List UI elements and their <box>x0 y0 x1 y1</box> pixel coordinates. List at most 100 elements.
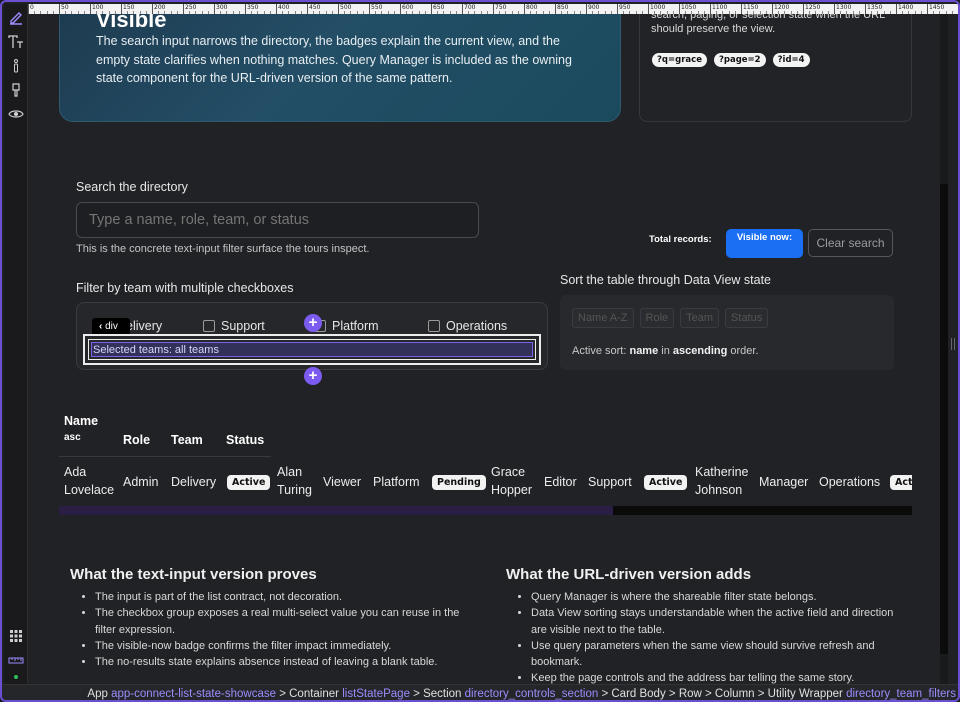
name-last: Turing <box>277 483 312 497</box>
clear-search-button[interactable]: Clear search <box>808 229 893 257</box>
list-item: Query Manager is where the shareable fil… <box>531 589 897 605</box>
breadcrumb-container-link[interactable]: listStatePage <box>342 688 410 700</box>
canvas: Visible The search input narrows the dir… <box>28 14 942 684</box>
search-input[interactable] <box>76 202 479 238</box>
sort-label: Sort the table through Data View state <box>560 273 772 287</box>
name-first: Katherine <box>695 465 749 479</box>
grid-icon[interactable] <box>8 628 24 644</box>
hero-body: The search input narrows the directory, … <box>96 34 572 85</box>
ruler-tick: 1000 <box>648 4 665 14</box>
breadcrumb-section-link[interactable]: directory_controls_section <box>465 688 599 700</box>
cell-name: Alan Turing <box>277 463 312 499</box>
cell-team: Operations <box>819 475 881 489</box>
team-checkbox-platform[interactable]: Platform <box>314 319 379 333</box>
active-sort-suffix: order. <box>730 345 759 357</box>
scrollbar-track[interactable] <box>59 506 613 515</box>
name-first: Grace <box>491 465 526 479</box>
list-item: Data View sorting stays understandable w… <box>531 605 897 638</box>
cell-role: Editor <box>544 475 577 489</box>
sort-team-button[interactable]: Team <box>680 308 720 328</box>
resize-handle[interactable] <box>951 338 955 350</box>
active-sort-mid: in <box>661 345 670 357</box>
hero-card: Visible The search input narrows the dir… <box>59 14 621 122</box>
query-param-card: search, paging, or selection state when … <box>639 14 912 122</box>
name-last: Hopper <box>491 483 532 497</box>
list-item: The checkbox group exposes a real multi-… <box>95 605 461 638</box>
team-filter-label: Filter by team with multiple checkboxes <box>76 281 294 295</box>
adds-list: Query Manager is where the shareable fil… <box>517 589 897 684</box>
sort-status-button[interactable]: Status <box>725 308 769 328</box>
text-tool-icon[interactable] <box>8 34 24 50</box>
ruler-tick: 1350 <box>865 4 882 14</box>
ruler-tick: 1400 <box>896 4 913 14</box>
breadcrumb-leaf-link[interactable]: directory_team_filters <box>846 688 956 700</box>
ruler-tick: 1050 <box>679 4 696 14</box>
ruler-tick: 1300 <box>834 4 851 14</box>
breadcrumb-app-link[interactable]: app-connect-list-state-showcase <box>111 688 276 700</box>
active-sort-prefix: Active sort: <box>572 345 627 357</box>
sort-direction-indicator: asc <box>64 432 81 443</box>
ruler-tick: 0 <box>28 4 34 14</box>
ruler-icon[interactable] <box>8 652 24 668</box>
query-pill: ?q=grace <box>652 53 707 67</box>
chevron-left-icon: ‹ <box>99 321 103 332</box>
hero-title: Visible <box>96 14 167 32</box>
cell-name: Ada Lovelace <box>64 463 114 499</box>
ruler-tick: 1250 <box>803 4 820 14</box>
breadcrumb: App app-connect-list-state-showcase > Co… <box>2 684 958 700</box>
top-ruler[interactable]: 0 50 100 150 200 250 300 350 400 450 500 550 600 650 7… <box>28 4 958 14</box>
breadcrumb-separator: > <box>601 688 609 700</box>
checkbox[interactable] <box>428 320 440 332</box>
vertical-scrollbar[interactable] <box>940 14 948 684</box>
proves-list: The input is part of the list contract, … <box>81 589 461 670</box>
checkbox[interactable] <box>203 320 215 332</box>
ruler-tick: 1450 <box>927 4 944 14</box>
name-first: Ada <box>64 465 87 479</box>
status-badge-clip: Active <box>890 472 912 494</box>
element-tag-label: div <box>105 321 118 332</box>
cell-name: Katherine Johnson <box>695 463 749 499</box>
sort-role-button[interactable]: Role <box>639 308 675 328</box>
add-above-icon[interactable]: + <box>304 314 322 332</box>
column-header-status[interactable]: Status <box>226 433 264 447</box>
breadcrumb-type: App <box>87 688 108 700</box>
adds-heading: What the URL-driven version adds <box>506 566 752 583</box>
ruler-minor-tick <box>951 11 953 14</box>
search-hint: This is the concrete text-input filter s… <box>76 243 370 255</box>
team-checkbox-support[interactable]: Support <box>203 319 265 333</box>
column-header-name[interactable]: Name asc <box>64 414 98 443</box>
ruler-tick: 50 <box>59 4 69 14</box>
sort-name-button[interactable]: Name A-Z <box>572 308 634 328</box>
ruler-tick: 1100 <box>710 4 727 14</box>
selected-teams-wrapper[interactable]: Selected teams: all teams <box>83 334 541 365</box>
breadcrumb-path[interactable]: Card Body > Row > Column > Utility Wrapp… <box>611 688 842 700</box>
team-checkbox-operations[interactable]: Operations <box>428 319 507 333</box>
name-last: Johnson <box>695 483 743 497</box>
search-label: Search the directory <box>76 180 188 194</box>
cell-role: Manager <box>759 475 809 489</box>
eye-icon[interactable] <box>8 106 24 122</box>
visible-now-label: Visible now: <box>736 232 793 243</box>
breadcrumb-separator: > <box>279 688 286 700</box>
selection-outline: Selected teams: all teams <box>88 339 536 360</box>
ruler-tick: 1150 <box>741 4 758 14</box>
cell-team: Platform <box>373 475 420 489</box>
cell-role: Viewer <box>323 475 361 489</box>
active-sort-text: Active sort: name in ascending order. <box>572 345 759 357</box>
table-horizontal-scrollbar[interactable] <box>59 506 912 515</box>
add-below-icon[interactable]: + <box>304 367 322 385</box>
info-icon[interactable] <box>8 58 24 74</box>
edit-icon[interactable] <box>8 10 24 26</box>
name-last: Lovelace <box>64 483 115 497</box>
breadcrumb-type: Section <box>423 688 462 700</box>
active-sort-field: name <box>629 345 659 357</box>
brush-icon[interactable] <box>8 82 24 98</box>
list-item: Keep the page controls and the address b… <box>531 670 897 684</box>
column-header-role[interactable]: Role <box>123 433 150 447</box>
list-item: Use query parameters when the same view … <box>531 638 897 671</box>
scrollbar-thumb[interactable] <box>940 184 948 654</box>
editor-frame: 0 50 100 150 200 250 300 350 400 450 500 550 600 650 7… <box>0 0 960 702</box>
column-header-team[interactable]: Team <box>171 433 203 447</box>
list-item: The no-results state explains absence in… <box>95 654 461 670</box>
breadcrumb-type: Container <box>289 688 339 700</box>
